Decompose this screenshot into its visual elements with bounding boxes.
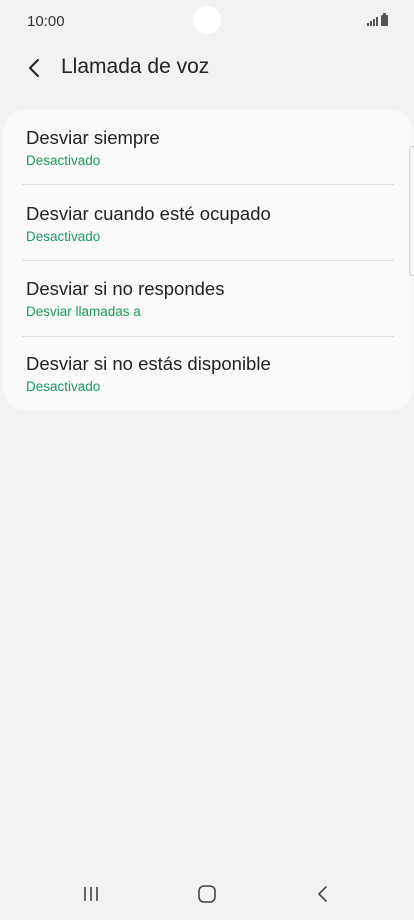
home-icon (198, 885, 216, 903)
back-button[interactable] (18, 51, 52, 85)
list-item-desviar-no-respondes[interactable]: Desviar si no respondes Desviar llamadas… (3, 261, 413, 336)
status-bar: 10:00 (0, 0, 414, 40)
item-status: Desactivado (26, 153, 101, 168)
settings-card: Desviar siempre Desactivado Desviar cuan… (3, 110, 413, 410)
scroll-indicator[interactable] (409, 146, 414, 276)
status-icons (367, 13, 388, 26)
item-title: Desviar cuando esté ocupado (26, 203, 271, 224)
item-status: Desviar llamadas a (26, 304, 141, 319)
signal-icon (367, 16, 378, 26)
item-title: Desviar siempre (26, 127, 160, 148)
item-title: Desviar si no respondes (26, 278, 225, 299)
navigation-bar (0, 870, 414, 920)
back-nav-button[interactable] (301, 878, 345, 910)
battery-icon (381, 13, 388, 26)
list-item-desviar-no-disponible[interactable]: Desviar si no estás disponible Desactiva… (3, 337, 413, 412)
recents-icon (84, 887, 98, 901)
list-item-desviar-siempre[interactable]: Desviar siempre Desactivado (3, 110, 413, 185)
chevron-left-icon (29, 59, 39, 77)
recents-button[interactable] (69, 878, 113, 910)
item-status: Desactivado (26, 379, 101, 394)
app-bar: Llamada de voz (0, 45, 414, 89)
camera-cutout (193, 6, 221, 34)
list-item-desviar-ocupado[interactable]: Desviar cuando esté ocupado Desactivado (3, 185, 413, 260)
status-time: 10:00 (27, 13, 65, 30)
item-status: Desactivado (26, 229, 101, 244)
item-title: Desviar si no estás disponible (26, 353, 271, 374)
home-button[interactable] (185, 878, 229, 910)
back-icon (318, 886, 327, 902)
page-title: Llamada de voz (61, 55, 210, 78)
